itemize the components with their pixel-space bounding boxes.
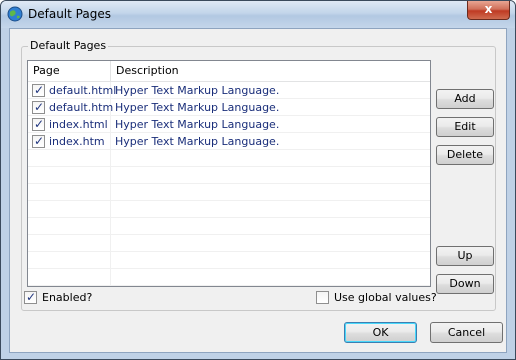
cell-page: default.html — [49, 84, 117, 97]
window-title: Default Pages — [28, 7, 111, 21]
edit-button[interactable]: Edit — [436, 117, 494, 137]
ok-button[interactable]: OK — [344, 322, 417, 343]
close-icon: x — [484, 2, 493, 16]
row-checkbox[interactable]: ✓ — [32, 134, 45, 148]
cell-page: index.htm — [49, 135, 105, 148]
title-bar[interactable]: Default Pages x — [1, 1, 515, 28]
empty-row — [28, 150, 430, 167]
cell-description: Hyper Text Markup Language. — [115, 118, 280, 131]
empty-row — [28, 184, 430, 201]
cell-page: index.html — [49, 118, 108, 131]
column-header-description[interactable]: Description — [111, 61, 430, 82]
cell-description: Hyper Text Markup Language. — [115, 101, 280, 114]
row-checkbox[interactable]: ✓ — [32, 100, 45, 114]
delete-button[interactable]: Delete — [436, 145, 494, 165]
list-header: Page Description — [28, 61, 430, 82]
empty-row — [28, 167, 430, 184]
default-pages-list[interactable]: Page Description ✓ default.html Hyper Te… — [27, 60, 431, 287]
checkmark-icon: ✓ — [34, 117, 45, 131]
empty-row — [28, 269, 430, 286]
close-button[interactable]: x — [467, 1, 510, 20]
empty-row — [28, 218, 430, 235]
move-down-button[interactable]: Down — [436, 274, 494, 294]
globe-icon — [7, 6, 23, 22]
add-button[interactable]: Add — [436, 89, 494, 109]
empty-row — [28, 201, 430, 218]
default-pages-group: Default Pages Page Description ✓ default… — [21, 39, 496, 311]
group-label: Default Pages — [28, 39, 109, 52]
dialog-client-area: Default Pages Page Description ✓ default… — [9, 28, 507, 353]
checkmark-icon: ✓ — [34, 83, 45, 97]
cell-description: Hyper Text Markup Language. — [115, 135, 280, 148]
row-checkbox[interactable]: ✓ — [32, 83, 45, 97]
list-row[interactable]: ✓ index.htm Hyper Text Markup Language. — [28, 133, 430, 150]
list-row[interactable]: ✓ default.html Hyper Text Markup Languag… — [28, 82, 430, 99]
checkmark-icon: ✓ — [26, 290, 37, 304]
list-row[interactable]: ✓ default.htm Hyper Text Markup Language… — [28, 99, 430, 116]
empty-row — [28, 252, 430, 269]
row-checkbox[interactable]: ✓ — [32, 117, 45, 131]
enabled-label[interactable]: Enabled? — [42, 291, 92, 304]
empty-row — [28, 235, 430, 252]
list-row[interactable]: ✓ index.html Hyper Text Markup Language. — [28, 116, 430, 133]
column-header-page[interactable]: Page — [28, 61, 110, 82]
cancel-button[interactable]: Cancel — [430, 322, 503, 343]
enabled-checkbox[interactable]: ✓ — [24, 290, 37, 304]
move-up-button[interactable]: Up — [436, 246, 494, 266]
use-global-values-label[interactable]: Use global values? — [334, 291, 437, 304]
dialog-window: Default Pages x Default Pages Page Descr… — [0, 0, 516, 360]
checkmark-icon: ✓ — [34, 134, 45, 148]
use-global-values-checkbox[interactable] — [316, 291, 329, 304]
cell-page: default.htm — [49, 101, 114, 114]
cell-description: Hyper Text Markup Language. — [115, 84, 280, 97]
checkmark-icon: ✓ — [34, 100, 45, 114]
